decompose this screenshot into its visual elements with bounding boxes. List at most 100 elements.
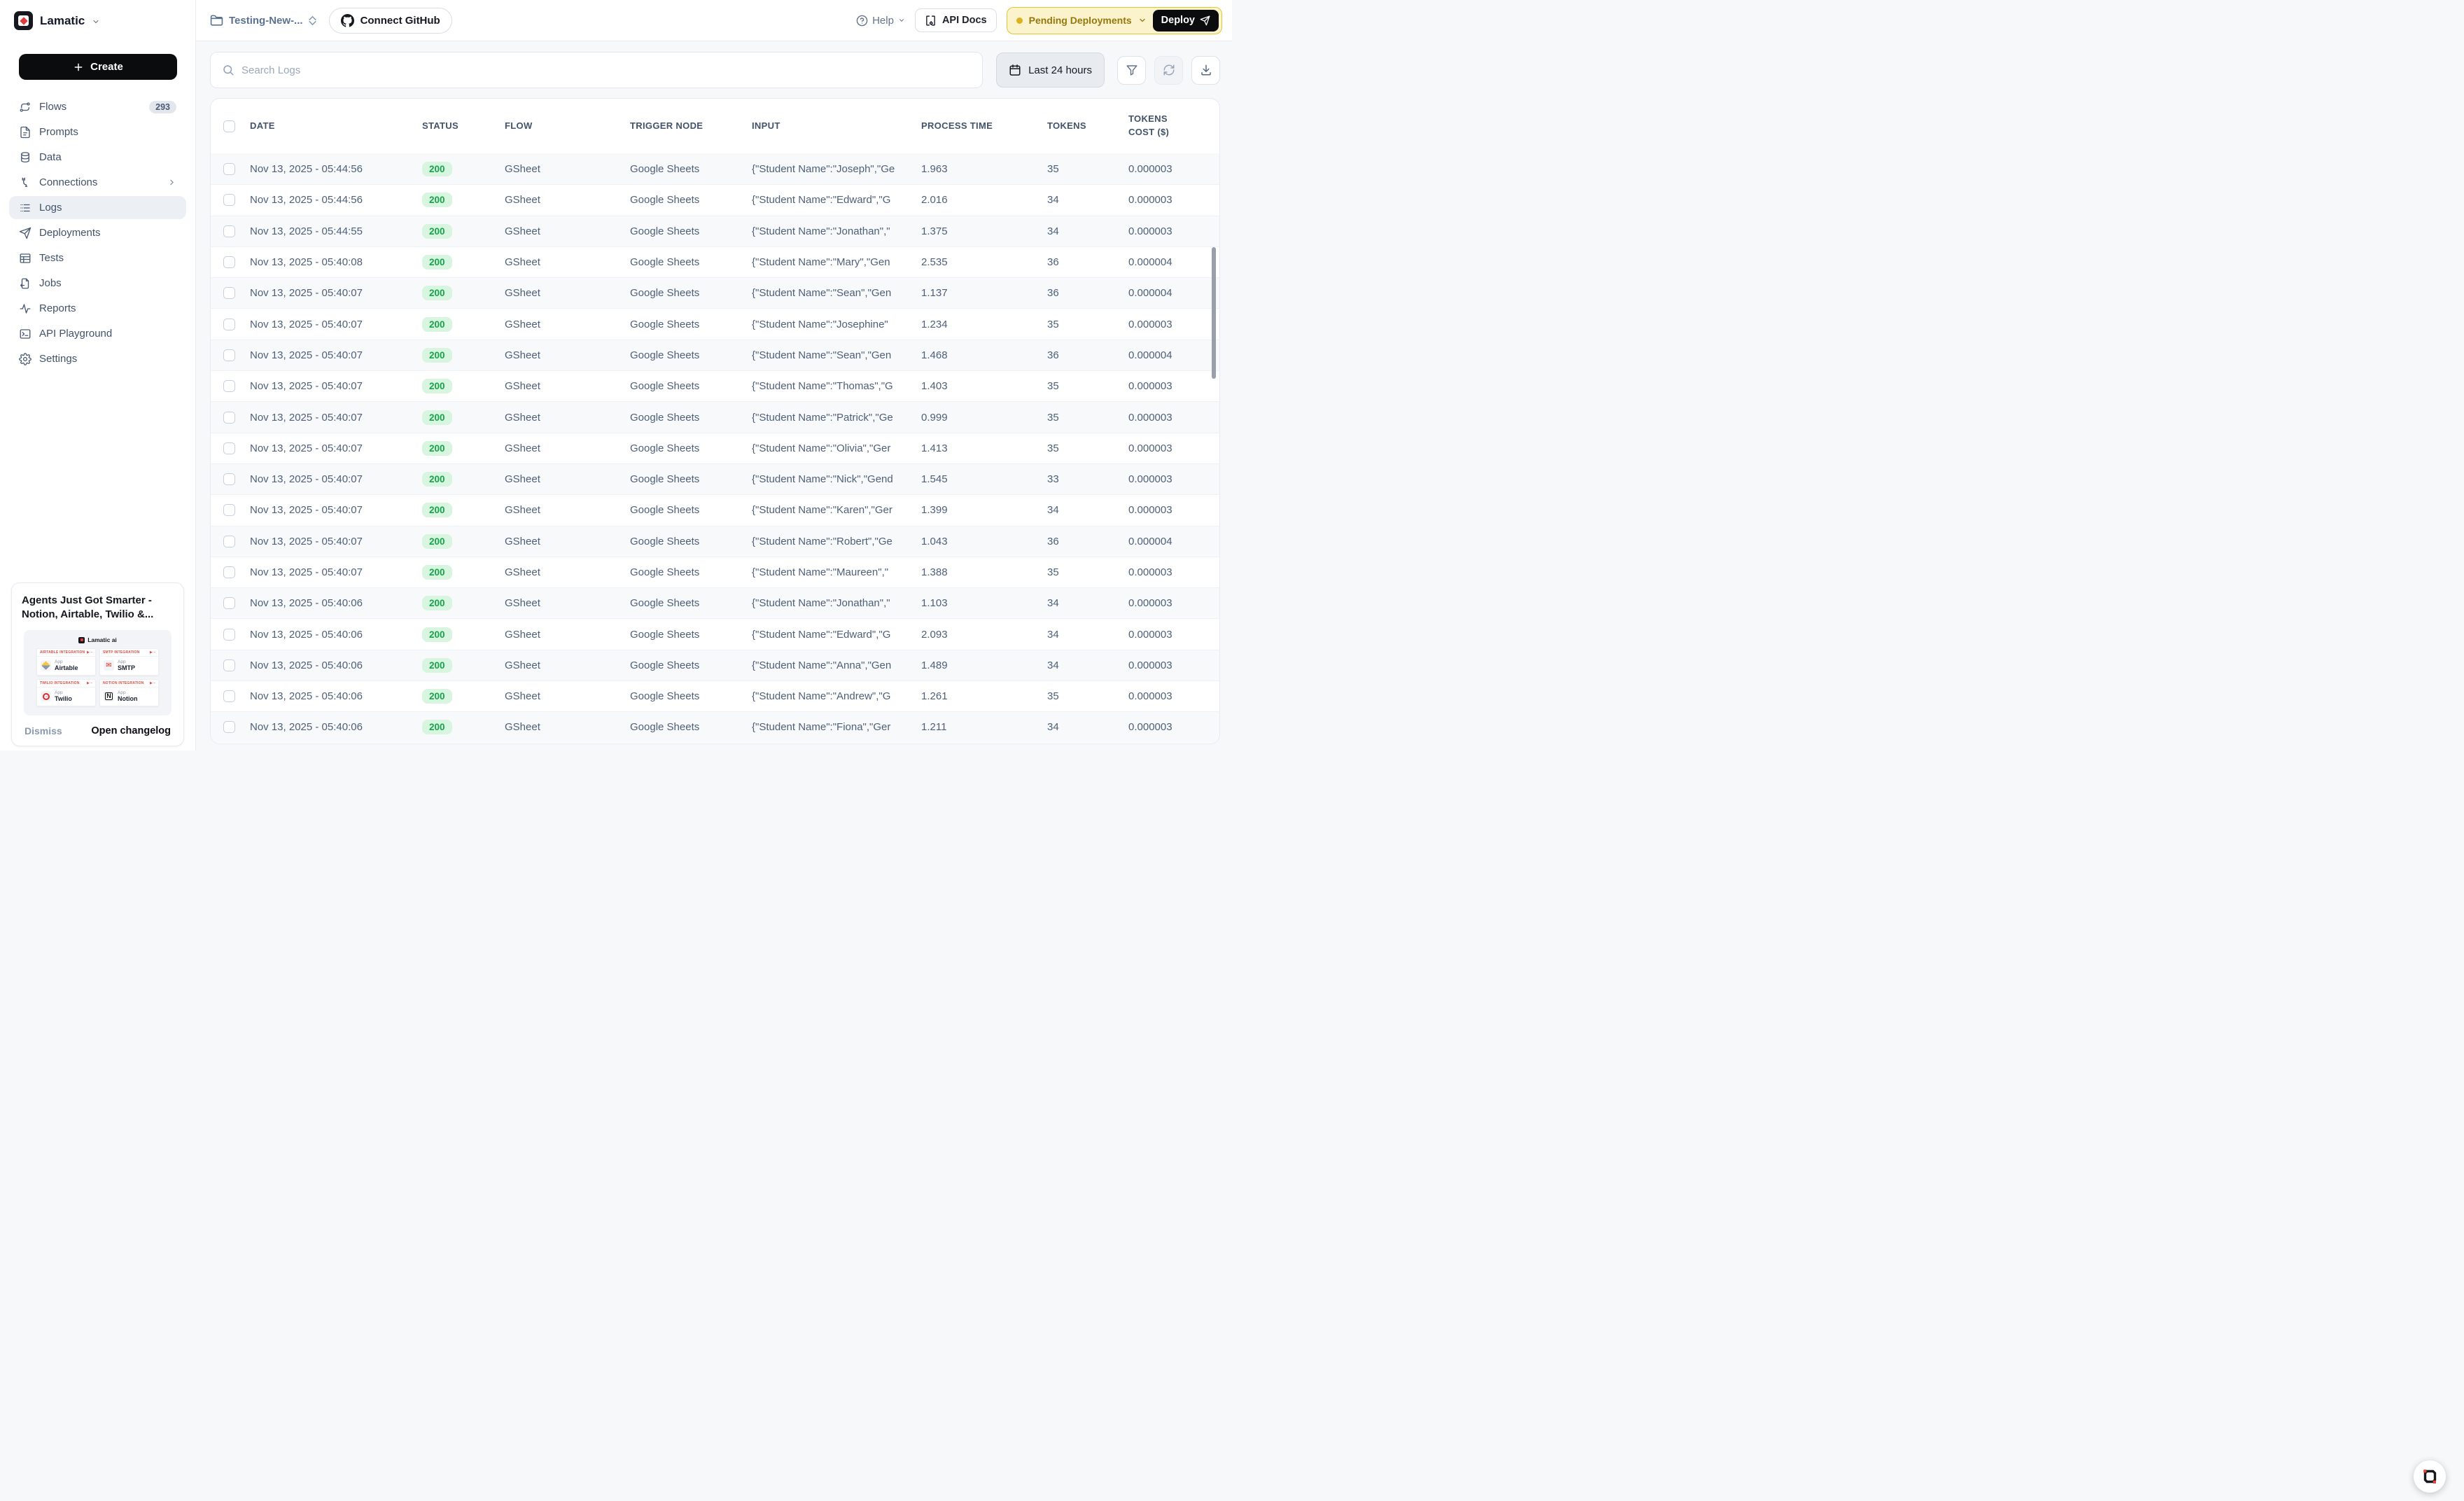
row-checkbox[interactable] (223, 690, 235, 702)
row-checkbox[interactable] (223, 319, 235, 330)
reports-icon (19, 302, 31, 315)
table-row[interactable]: Nov 13, 2025 - 05:40:06 200 GSheet Googl… (211, 711, 1219, 742)
sidebar-item-settings[interactable]: Settings (9, 347, 186, 370)
table-row[interactable]: Nov 13, 2025 - 05:40:07 200 GSheet Googl… (211, 277, 1219, 308)
table-row[interactable]: Nov 13, 2025 - 05:40:07 200 GSheet Googl… (211, 526, 1219, 557)
chat-widget-button[interactable] (2414, 1460, 2446, 1493)
search-input[interactable] (241, 64, 971, 76)
cell-process-time: 1.137 (921, 287, 1047, 299)
table-row[interactable]: Nov 13, 2025 - 05:40:06 200 GSheet Googl… (211, 680, 1219, 711)
cell-trigger-node: Google Sheets (630, 504, 752, 516)
table-row[interactable]: Nov 13, 2025 - 05:40:07 200 GSheet Googl… (211, 433, 1219, 463)
cell-process-time: 1.489 (921, 659, 1047, 671)
connections-icon (19, 176, 31, 189)
dismiss-button[interactable]: Dismiss (24, 725, 62, 736)
sidebar-item-label: Jobs (39, 277, 62, 289)
sidebar-item-prompts[interactable]: Prompts (9, 120, 186, 144)
sidebar-item-connections[interactable]: Connections (9, 171, 186, 194)
cell-flow: GSheet (505, 256, 630, 268)
table-row[interactable]: Nov 13, 2025 - 05:44:56 200 GSheet Googl… (211, 184, 1219, 215)
select-all-checkbox[interactable] (223, 120, 235, 132)
download-button[interactable] (1191, 56, 1220, 85)
cell-process-time: 1.403 (921, 380, 1047, 392)
row-checkbox[interactable] (223, 597, 235, 609)
table-scrollbar[interactable] (1212, 247, 1216, 379)
cell-trigger-node: Google Sheets (630, 194, 752, 206)
cell-date: Nov 13, 2025 - 05:40:06 (250, 597, 422, 609)
cell-tokens-cost: 0.000003 (1128, 629, 1219, 641)
table-row[interactable]: Nov 13, 2025 - 05:40:07 200 GSheet Googl… (211, 463, 1219, 494)
cell-process-time: 2.093 (921, 629, 1047, 641)
row-checkbox[interactable] (223, 504, 235, 516)
row-checkbox[interactable] (223, 473, 235, 485)
deployments-icon (19, 227, 31, 239)
cell-input: {"Student Name":"Sean","Gen (752, 287, 903, 299)
table-row[interactable]: Nov 13, 2025 - 05:40:08 200 GSheet Googl… (211, 246, 1219, 277)
cell-status: 200 (422, 255, 505, 270)
row-checkbox[interactable] (223, 536, 235, 547)
row-checkbox[interactable] (223, 163, 235, 175)
table-row[interactable]: Nov 13, 2025 - 05:40:07 200 GSheet Googl… (211, 401, 1219, 432)
project-selector[interactable]: Testing-New-... (210, 14, 316, 27)
sidebar-item-flows[interactable]: Flows293 (9, 95, 186, 118)
row-checkbox[interactable] (223, 225, 235, 237)
sidebar-item-api-playground[interactable]: API Playground (9, 322, 186, 345)
logs-page: Last 24 hours DATE STATUS FLOW TRIGGER N… (196, 41, 1232, 750)
sidebar-item-data[interactable]: Data (9, 146, 186, 169)
integration-mini-card: AIRTABLE INTEGRATION▶ –AppAirtable (36, 648, 96, 676)
connect-github-button[interactable]: Connect GitHub (329, 8, 452, 34)
row-checkbox[interactable] (223, 721, 235, 733)
status-badge: 200 (422, 379, 452, 393)
table-row[interactable]: Nov 13, 2025 - 05:40:07 200 GSheet Googl… (211, 494, 1219, 525)
row-checkbox[interactable] (223, 412, 235, 424)
cell-flow: GSheet (505, 349, 630, 361)
table-row[interactable]: Nov 13, 2025 - 05:40:07 200 GSheet Googl… (211, 340, 1219, 370)
row-checkbox[interactable] (223, 287, 235, 299)
cell-trigger-node: Google Sheets (630, 473, 752, 485)
help-menu[interactable]: Help (856, 15, 905, 27)
cell-date: Nov 13, 2025 - 05:40:07 (250, 319, 422, 330)
cell-input: {"Student Name":"Mary","Gen (752, 256, 903, 268)
open-changelog-button[interactable]: Open changelog (91, 725, 171, 736)
cell-trigger-node: Google Sheets (630, 287, 752, 299)
filter-button[interactable] (1117, 56, 1146, 85)
table-row[interactable]: Nov 13, 2025 - 05:44:55 200 GSheet Googl… (211, 216, 1219, 246)
row-checkbox[interactable] (223, 629, 235, 641)
cell-tokens-cost: 0.000003 (1128, 163, 1219, 175)
cell-process-time: 1.413 (921, 442, 1047, 454)
refresh-button[interactable] (1154, 56, 1183, 85)
sidebar-item-tests[interactable]: Tests (9, 246, 186, 270)
search-icon (222, 64, 234, 76)
table-row[interactable]: Nov 13, 2025 - 05:40:07 200 GSheet Googl… (211, 557, 1219, 587)
deploy-button[interactable]: Deploy (1153, 10, 1219, 32)
table-row[interactable]: Nov 13, 2025 - 05:40:06 200 GSheet Googl… (211, 618, 1219, 649)
row-checkbox[interactable] (223, 442, 235, 454)
pending-deployments-pill[interactable]: Pending Deployments Deploy (1007, 7, 1222, 34)
row-checkbox[interactable] (223, 380, 235, 392)
row-checkbox[interactable] (223, 349, 235, 361)
sidebar-item-label: API Playground (39, 328, 112, 340)
cell-tokens: 35 (1047, 380, 1128, 392)
row-checkbox[interactable] (223, 659, 235, 671)
status-badge: 200 (422, 658, 452, 673)
row-checkbox[interactable] (223, 566, 235, 578)
row-checkbox[interactable] (223, 256, 235, 268)
table-row[interactable]: Nov 13, 2025 - 05:40:06 200 GSheet Googl… (211, 587, 1219, 618)
table-row[interactable]: Nov 13, 2025 - 05:40:07 200 GSheet Googl… (211, 308, 1219, 339)
table-row[interactable]: Nov 13, 2025 - 05:40:06 200 GSheet Googl… (211, 650, 1219, 680)
row-checkbox[interactable] (223, 194, 235, 206)
chevron-down-icon (1138, 16, 1147, 25)
api-docs-icon (925, 15, 937, 27)
workspace-switcher[interactable]: Lamatic (0, 0, 195, 41)
date-range-button[interactable]: Last 24 hours (996, 53, 1105, 88)
table-row[interactable]: Nov 13, 2025 - 05:40:07 200 GSheet Googl… (211, 370, 1219, 401)
create-button[interactable]: Create (19, 54, 177, 80)
api-docs-button[interactable]: API Docs (915, 8, 997, 32)
sidebar-item-logs[interactable]: Logs (9, 196, 186, 219)
changelog-title: Agents Just Got Smarter - Notion, Airtab… (22, 594, 174, 622)
changelog-image: Lamatic ai AIRTABLE INTEGRATION▶ –AppAir… (24, 630, 172, 715)
sidebar-item-reports[interactable]: Reports (9, 297, 186, 320)
sidebar-item-jobs[interactable]: Jobs (9, 272, 186, 295)
table-row[interactable]: Nov 13, 2025 - 05:44:56 200 GSheet Googl… (211, 153, 1219, 184)
sidebar-item-deployments[interactable]: Deployments (9, 221, 186, 244)
